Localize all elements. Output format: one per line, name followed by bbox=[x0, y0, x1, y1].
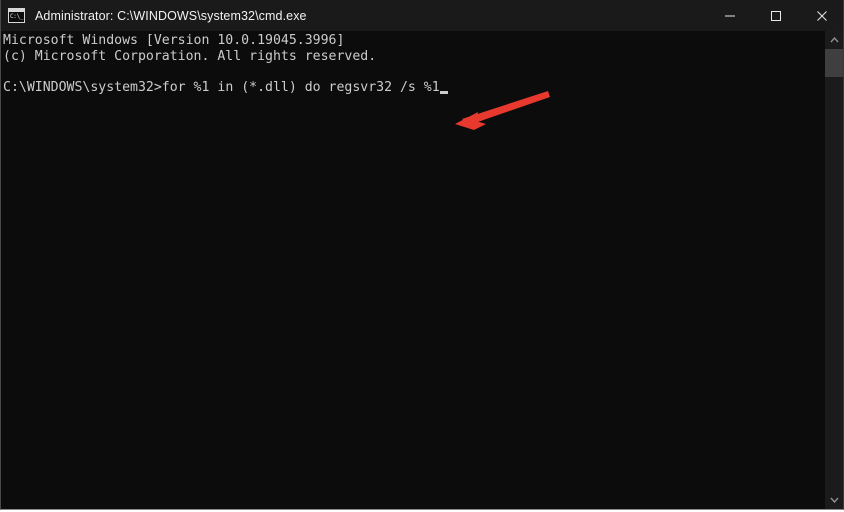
console-command-line: C:\WINDOWS\system32>for %1 in (*.dll) do… bbox=[3, 80, 448, 96]
console-banner-text: Microsoft Windows [Version 10.0.19045.39… bbox=[3, 33, 377, 64]
vertical-scrollbar[interactable] bbox=[825, 31, 843, 509]
close-button[interactable] bbox=[799, 0, 843, 31]
scroll-up-button[interactable] bbox=[825, 31, 843, 49]
maximize-button[interactable] bbox=[753, 0, 799, 31]
minimize-icon bbox=[725, 15, 735, 16]
console-prompt: C:\WINDOWS\system32> bbox=[3, 79, 162, 95]
scrollbar-thumb[interactable] bbox=[825, 49, 843, 77]
close-icon bbox=[817, 10, 827, 21]
window-controls bbox=[707, 0, 843, 31]
scrollbar-track[interactable] bbox=[825, 49, 843, 491]
cmd-icon-prompt: C:\_ bbox=[10, 13, 24, 20]
cmd-icon: C:\_ bbox=[8, 8, 25, 23]
chevron-up-icon bbox=[829, 37, 839, 43]
cmd-icon-titlebar bbox=[9, 9, 24, 12]
chevron-down-icon bbox=[829, 497, 839, 503]
console-output-area[interactable]: Microsoft Windows [Version 10.0.19045.39… bbox=[2, 31, 826, 509]
window-titlebar[interactable]: C:\_ Administrator: C:\WINDOWS\system32\… bbox=[1, 0, 843, 31]
minimize-button[interactable] bbox=[707, 0, 753, 31]
console-command: for %1 in (*.dll) do regsvr32 /s %1 bbox=[161, 79, 440, 95]
window-title: Administrator: C:\WINDOWS\system32\cmd.e… bbox=[35, 8, 307, 23]
annotation-arrow bbox=[455, 91, 550, 130]
cmd-window: C:\_ Administrator: C:\WINDOWS\system32\… bbox=[0, 0, 844, 510]
console-cursor bbox=[439, 91, 448, 95]
scroll-down-button[interactable] bbox=[825, 491, 843, 509]
maximize-icon bbox=[771, 10, 781, 21]
